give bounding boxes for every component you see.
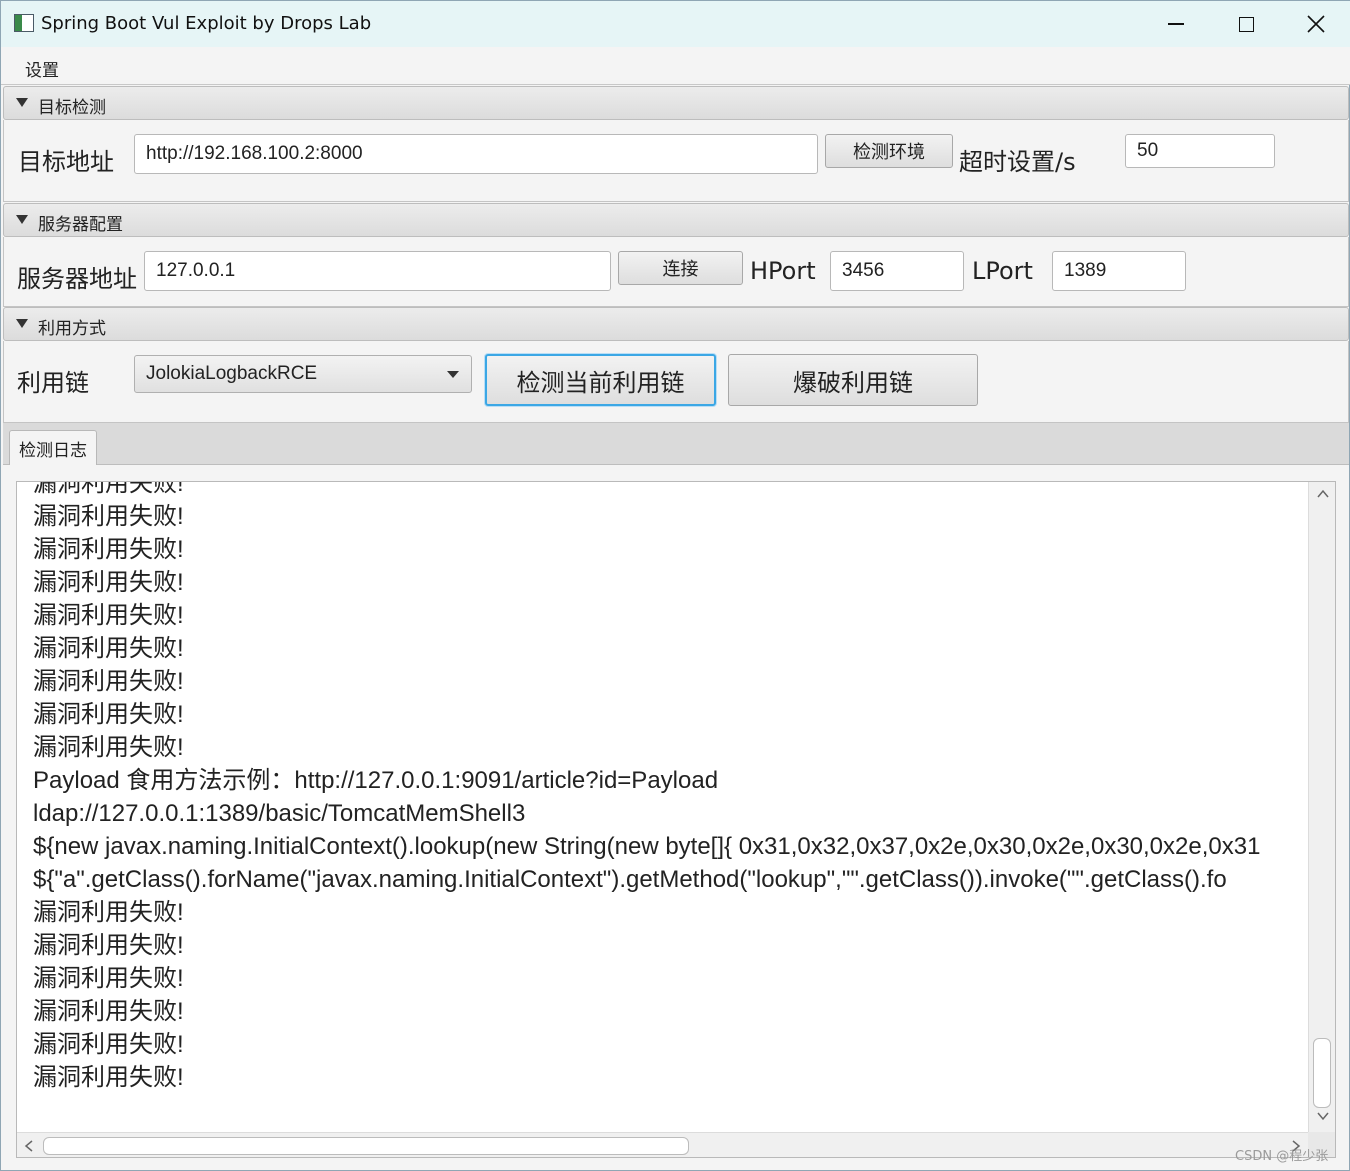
app-icon bbox=[14, 14, 34, 32]
log-line: 漏洞利用失败! bbox=[33, 932, 184, 959]
log-line: 漏洞利用失败! bbox=[33, 899, 184, 926]
detect-chain-button[interactable]: 检测当前利用链 bbox=[485, 354, 716, 406]
app-window: Spring Boot Vul Exploit by Drops Lab 设置 … bbox=[0, 0, 1350, 1171]
vertical-scroll-thumb[interactable] bbox=[1313, 1038, 1331, 1108]
chain-select-value: JolokiaLogbackRCE bbox=[146, 363, 318, 384]
server-pane-header[interactable]: 服务器配置 bbox=[3, 203, 1349, 237]
tab-detection-log[interactable]: 检测日志 bbox=[9, 430, 97, 465]
server-address-label: 服务器地址 bbox=[17, 265, 137, 293]
target-address-input[interactable]: http://192.168.100.2:8000 bbox=[134, 134, 818, 174]
log-line: 漏洞利用失败! bbox=[33, 602, 184, 629]
chevron-down-icon bbox=[447, 371, 459, 378]
log-line: 漏洞利用失败! bbox=[33, 701, 184, 728]
target-pane-header[interactable]: 目标检测 bbox=[3, 86, 1349, 120]
exploit-pane-header[interactable]: 利用方式 bbox=[3, 307, 1349, 341]
minimize-button[interactable] bbox=[1141, 1, 1211, 47]
hport-input[interactable]: 3456 bbox=[830, 251, 964, 291]
horizontal-scrollbar[interactable] bbox=[17, 1132, 1308, 1157]
log-textarea[interactable]: 漏洞利用失败! 漏洞利用失败! 漏洞利用失败! 漏洞利用失败! 漏洞利用失败! 漏洞利用失… bbox=[16, 481, 1336, 1158]
log-line: 漏洞利用失败! bbox=[33, 536, 184, 563]
log-line: 漏洞利用失败! bbox=[33, 965, 184, 992]
log-line: 漏洞利用失败! bbox=[33, 1031, 184, 1058]
bruteforce-chain-button[interactable]: 爆破利用链 bbox=[728, 354, 978, 406]
connect-button[interactable]: 连接 bbox=[618, 251, 743, 285]
log-line: 漏洞利用失败! bbox=[33, 734, 184, 761]
maximize-button[interactable] bbox=[1211, 1, 1281, 47]
window-title: Spring Boot Vul Exploit by Drops Lab bbox=[41, 13, 372, 34]
collapse-arrow-icon bbox=[16, 319, 28, 328]
hport-label: HPort bbox=[750, 257, 816, 285]
server-address-input[interactable]: 127.0.0.1 bbox=[144, 251, 611, 291]
close-icon bbox=[1307, 15, 1325, 33]
log-line: 漏洞利用失败! bbox=[33, 668, 184, 695]
log-line: Payload 食用方法示例：http://127.0.0.1:9091/art… bbox=[33, 767, 719, 794]
lport-label: LPort bbox=[972, 257, 1033, 285]
vertical-scrollbar[interactable] bbox=[1308, 482, 1335, 1132]
server-pane-body: 服务器地址 127.0.0.1 连接 HPort 3456 LPort 1389 bbox=[3, 237, 1349, 307]
log-line: 漏洞利用失败! bbox=[33, 998, 184, 1025]
server-pane-title: 服务器配置 bbox=[38, 215, 123, 235]
detect-env-button[interactable]: 检测环境 bbox=[825, 134, 953, 168]
collapse-arrow-icon bbox=[16, 98, 28, 107]
menu-settings[interactable]: 设置 bbox=[25, 56, 59, 81]
target-address-label: 目标地址 bbox=[18, 148, 114, 176]
log-lines: 漏洞利用失败! 漏洞利用失败! 漏洞利用失败! 漏洞利用失败! 漏洞利用失败! 漏洞利用失… bbox=[33, 481, 1309, 1094]
menu-bar: 设置 bbox=[1, 47, 1350, 85]
log-line: ldap://127.0.0.1:1389/basic/TomcatMemShe… bbox=[33, 800, 526, 827]
target-pane-body: 目标地址 http://192.168.100.2:8000 检测环境 超时设置… bbox=[3, 120, 1349, 202]
chain-select[interactable]: JolokiaLogbackRCE bbox=[134, 355, 472, 393]
log-line: 漏洞利用失败! bbox=[33, 481, 184, 497]
lport-input[interactable]: 1389 bbox=[1052, 251, 1186, 291]
minimize-icon bbox=[1168, 23, 1184, 25]
scroll-left-icon[interactable] bbox=[23, 1140, 35, 1152]
scroll-up-icon[interactable] bbox=[1317, 488, 1329, 500]
log-line: 漏洞利用失败! bbox=[33, 503, 184, 530]
exploit-pane-title: 利用方式 bbox=[38, 319, 106, 339]
chain-label: 利用链 bbox=[17, 369, 89, 397]
close-button[interactable] bbox=[1281, 1, 1350, 47]
timeout-input[interactable]: 50 bbox=[1125, 134, 1275, 168]
target-pane-title: 目标检测 bbox=[38, 98, 106, 118]
collapse-arrow-icon bbox=[16, 215, 28, 224]
exploit-pane-body: 利用链 JolokiaLogbackRCE 检测当前利用链 爆破利用链 bbox=[3, 341, 1349, 423]
log-line: ${"a".getClass().forName("javax.naming.I… bbox=[33, 866, 1227, 893]
maximize-icon bbox=[1238, 16, 1254, 32]
log-line: 漏洞利用失败! bbox=[33, 635, 184, 662]
timeout-label: 超时设置/s bbox=[959, 148, 1076, 176]
log-line: ${new javax.naming.InitialContext().look… bbox=[33, 833, 1261, 860]
title-bar: Spring Boot Vul Exploit by Drops Lab bbox=[1, 1, 1350, 47]
log-line: 漏洞利用失败! bbox=[33, 1064, 184, 1091]
horizontal-scroll-thumb[interactable] bbox=[43, 1137, 689, 1155]
tab-strip: 检测日志 bbox=[3, 423, 1349, 465]
watermark: CSDN @程少张 bbox=[1235, 1149, 1329, 1164]
log-line: 漏洞利用失败! bbox=[33, 569, 184, 596]
scroll-down-icon[interactable] bbox=[1317, 1110, 1329, 1122]
